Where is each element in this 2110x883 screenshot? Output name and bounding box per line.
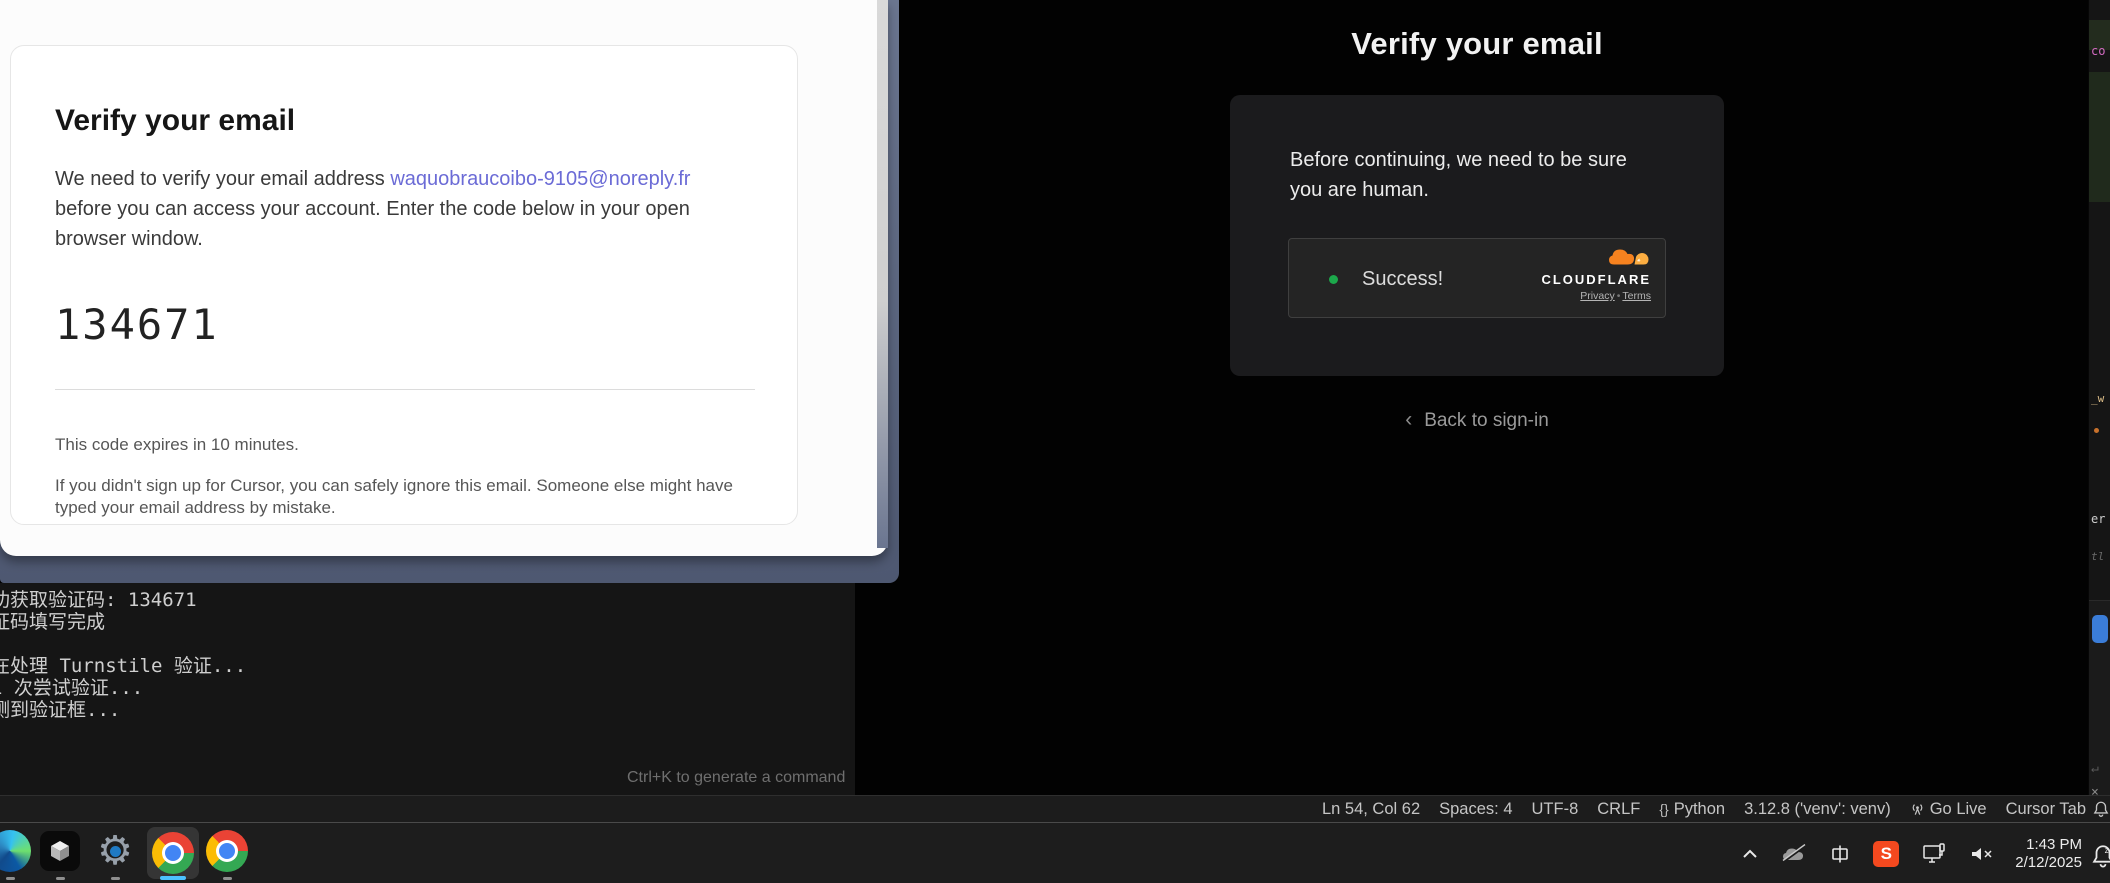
ime-input-icon[interactable] [1829, 843, 1851, 865]
body-suffix: before you can access your account. Ente… [55, 198, 690, 250]
human-check-text: Before continuing, we need to be sure yo… [1290, 145, 1662, 205]
terminal-line: 1 次尝试验证... [0, 677, 246, 699]
clock-time: 1:43 PM [2015, 836, 2082, 854]
status-bar: Ln 54, Col 62 Spaces: 4 UTF-8 CRLF {} Py… [0, 795, 2110, 822]
cursor-tab-indicator[interactable]: Cursor Tab [2006, 800, 2086, 819]
onedrive-offline-icon[interactable] [1781, 844, 1807, 864]
cloudflare-cloud-icon [1607, 247, 1651, 271]
taskbar-chrome-active-tile[interactable] [147, 827, 199, 879]
code-fragment: tl [2091, 550, 2104, 563]
email-body-text: We need to verify your email address waq… [55, 164, 751, 254]
notification-dnd-bell-icon[interactable]: z [2090, 843, 2110, 869]
gear-icon: ⚙ [94, 830, 136, 872]
network-ethernet-icon[interactable] [1921, 842, 1947, 866]
email-client-window: Verify your email We need to verify your… [0, 0, 899, 583]
turnstile-status: Success! [1362, 268, 1443, 291]
scrollbar-thumb[interactable] [2092, 615, 2108, 643]
python-interpreter-indicator[interactable]: 3.12.8 ('venv': venv) [1744, 800, 1891, 819]
terminal-line [0, 633, 246, 655]
editor-sliver: co _w er tl ↵ × [2088, 0, 2110, 795]
running-indicator [6, 877, 15, 880]
language-label: Python [1674, 800, 1725, 819]
divider [55, 389, 755, 390]
active-running-indicator [160, 876, 186, 880]
status-bar-right: Ln 54, Col 62 Spaces: 4 UTF-8 CRLF {} Py… [1322, 796, 2086, 822]
privacy-link[interactable]: Privacy [1580, 290, 1614, 302]
code-highlight-block [2089, 72, 2110, 202]
running-indicator [223, 877, 232, 880]
taskbar-clock[interactable]: 1:43 PM 2/12/2025 [2015, 836, 2082, 872]
tray-chevron-up-icon[interactable] [1741, 848, 1759, 860]
taskbar-cursor-icon[interactable] [39, 830, 81, 872]
turnstile-links: Privacy•Terms [1541, 290, 1651, 302]
notifications-bell-icon[interactable] [2092, 800, 2110, 818]
code-fragment: _w [2091, 392, 2104, 405]
chevron-left-icon: ‹ [1405, 408, 1412, 432]
go-live-label: Go Live [1930, 800, 1987, 819]
cursor-logo-icon [40, 831, 80, 871]
indentation-indicator[interactable]: Spaces: 4 [1439, 800, 1512, 819]
terminal-line: 功获取验证码: 134671 [0, 589, 246, 611]
terminal-hint: Ctrl+K to generate a command [627, 769, 845, 787]
cloudflare-wordmark: CLOUDFLARE [1541, 272, 1651, 287]
language-indicator[interactable]: {} Python [1659, 800, 1725, 819]
taskbar-chrome-icon[interactable] [206, 830, 248, 872]
email-page: Verify your email We need to verify your… [0, 0, 888, 556]
window-scrollbar-edge[interactable] [877, 0, 888, 548]
email-message-card: Verify your email We need to verify your… [10, 45, 798, 525]
code-fragment: er [2091, 512, 2105, 526]
terms-link[interactable]: Terms [1622, 290, 1651, 302]
human-check-card: Before continuing, we need to be sure yo… [1230, 95, 1724, 376]
taskbar: ⚙ [0, 822, 2110, 883]
cloudflare-branding: CLOUDFLARE Privacy•Terms [1541, 247, 1651, 302]
verify-page-title: Verify your email [1230, 26, 1724, 62]
expiry-note: This code expires in 10 minutes. [55, 435, 753, 455]
braces-icon: {} [1659, 801, 1668, 817]
body-prefix: We need to verify your email address [55, 168, 390, 190]
disclaimer-text: If you didn't sign up for Cursor, you ca… [55, 475, 745, 519]
volume-muted-icon[interactable] [1969, 844, 1993, 864]
terminal-output: 功获取验证码: 134671 证码填写完成 在处理 Turnstile 验证..… [0, 589, 246, 721]
email-title: Verify your email [55, 104, 753, 138]
eol-indicator[interactable]: CRLF [1597, 800, 1640, 819]
return-key-icon: ↵ [2091, 761, 2099, 776]
taskbar-settings-icon[interactable]: ⚙ [94, 830, 136, 872]
back-to-signin-link[interactable]: ‹ Back to sign-in [1230, 408, 1724, 432]
running-indicator [111, 877, 120, 880]
terminal-line: 证码填写完成 [0, 611, 246, 633]
chrome-logo-icon [152, 832, 194, 874]
encoding-indicator[interactable]: UTF-8 [1532, 800, 1579, 819]
terminal-line: 测到验证框... [0, 699, 246, 721]
svg-text:z: z [2105, 846, 2109, 855]
browser-verify-page: Verify your email Before continuing, we … [855, 0, 2088, 795]
clock-date: 2/12/2025 [2015, 854, 2082, 872]
cloudflare-turnstile-widget[interactable]: Success! CLOUDFLARE Privacy•Terms [1288, 238, 1666, 318]
verification-code: 134671 [55, 300, 753, 349]
taskbar-edge-icon[interactable] [0, 830, 31, 872]
sogou-input-icon[interactable]: S [1873, 841, 1899, 867]
success-dot-icon [1329, 275, 1338, 284]
code-marker-dot [2094, 428, 2099, 433]
back-to-signin-label: Back to sign-in [1424, 410, 1549, 431]
terminal-panel[interactable]: 功获取验证码: 134671 证码填写完成 在处理 Turnstile 验证..… [0, 583, 855, 795]
system-tray: S 1:43 PM 2/12/2025 [1741, 823, 2082, 883]
desktop-screen: Verify your email Before continuing, we … [0, 0, 2110, 883]
code-fragment: co [2091, 44, 2105, 58]
broadcast-icon [1910, 802, 1925, 817]
chrome-logo-icon [206, 830, 248, 872]
go-live-button[interactable]: Go Live [1910, 800, 1987, 819]
email-address-link[interactable]: waquobraucoibo-9105@noreply.fr [390, 168, 690, 190]
running-indicator [56, 877, 65, 880]
cursor-position-indicator[interactable]: Ln 54, Col 62 [1322, 800, 1420, 819]
edge-logo-icon [0, 830, 31, 872]
terminal-line: 在处理 Turnstile 验证... [0, 655, 246, 677]
